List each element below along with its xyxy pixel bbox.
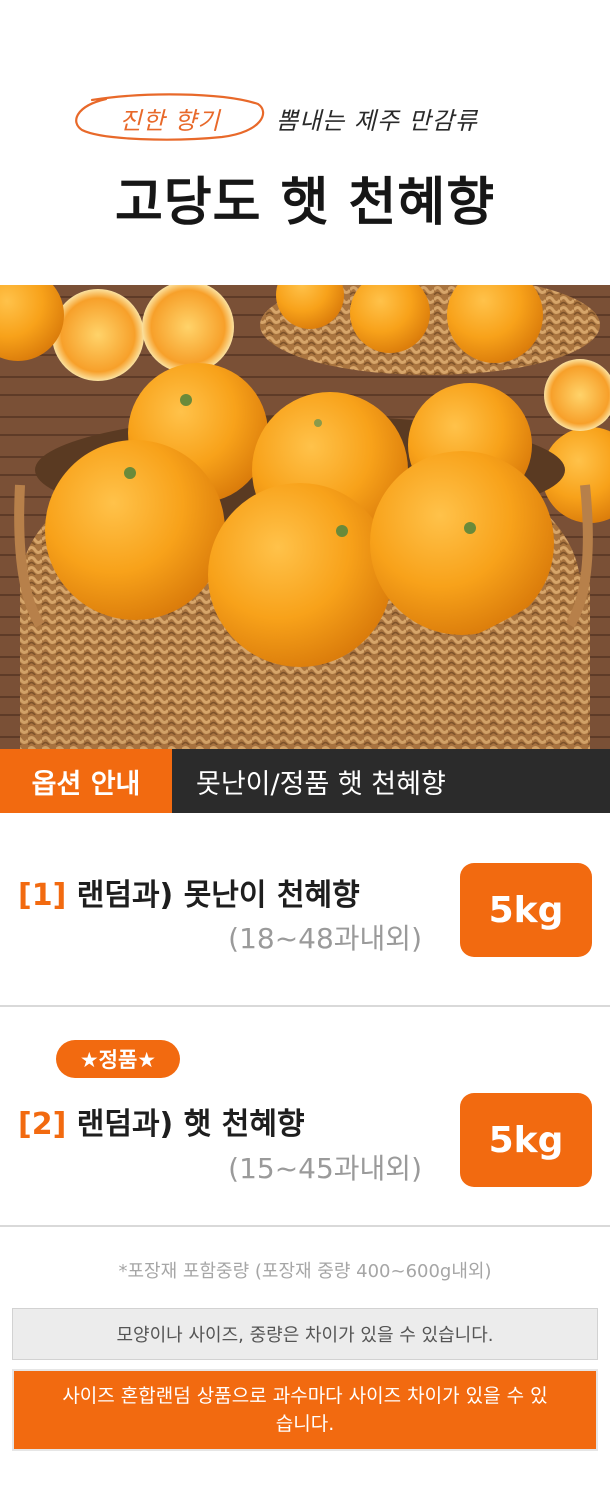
page-title: 고당도 햇 천혜향 [114, 173, 496, 233]
weight-5kg-button[interactable]: 5kg [460, 863, 592, 957]
option-name: 랜덤과) 못난이 천혜향 [76, 878, 360, 913]
weight-5kg-button[interactable]: 5kg [460, 1093, 592, 1187]
option-number: [2] [18, 1107, 67, 1142]
size-variation-notice: 모양이나 사이즈, 중량은 차이가 있을 수 있습니다. [12, 1308, 598, 1360]
packaging-weight-note: *포장재 포함중량 (포장재 중량 400~600g내외) [118, 1261, 492, 1282]
option-item-1: [1] 랜덤과) 못난이 천혜향 (18~48과내외) 5kg [0, 813, 610, 1005]
option-number: [1] [18, 878, 67, 913]
tagline-text: 뽐내는 제주 만감류 [276, 107, 478, 135]
option-guide-label: 옵션 안내 [0, 749, 172, 813]
option-guide-description: 못난이/정품 햇 천혜향 [172, 749, 610, 813]
divider [0, 1225, 610, 1227]
tagline-highlight: 진한 향기 [72, 92, 268, 142]
oranges-in-basket-image [0, 285, 610, 749]
genuine-badge: ★정품★ [56, 1040, 180, 1078]
random-size-notice: 사이즈 혼합랜덤 상품으로 과수마다 사이즈 차이가 있을 수 있습니다. [12, 1369, 598, 1451]
option-guide-bar: 옵션 안내 못난이/정품 햇 천혜향 [0, 749, 610, 813]
tagline-highlight-text: 진한 향기 [119, 107, 221, 135]
option-title: [1] 랜덤과) 못난이 천혜향 [18, 870, 360, 914]
header-section: 진한 향기 뽐내는 제주 만감류 고당도 햇 천혜향 [0, 0, 610, 285]
option-count: (15~45과내외) [228, 1152, 422, 1185]
option-count: (18~48과내외) [228, 922, 422, 955]
tagline: 진한 향기 뽐내는 제주 만감류 [0, 92, 610, 144]
option-title: [2] 랜덤과) 햇 천혜향 [18, 1099, 305, 1143]
option-name: 랜덤과) 햇 천혜향 [76, 1107, 305, 1142]
product-photo [0, 285, 610, 749]
option-item-2: ★정품★ [2] 랜덤과) 햇 천혜향 (15~45과내외) 5kg [0, 1007, 610, 1225]
